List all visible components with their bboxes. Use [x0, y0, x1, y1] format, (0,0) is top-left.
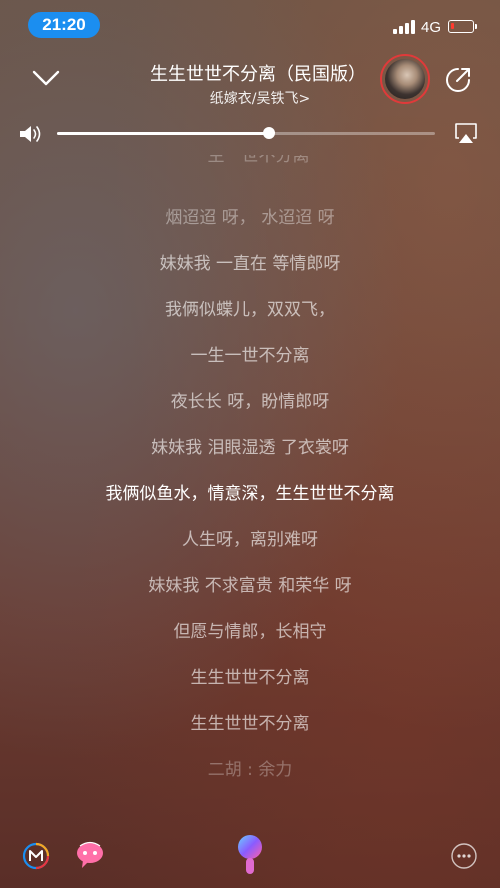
lyric-line[interactable]: 我俩似蝶儿，双双飞，	[0, 295, 500, 320]
lyric-line[interactable]: 但愿与情郎，长相守	[0, 617, 500, 642]
lyric-line[interactable]: 妹妹我 泪眼湿透 了衣裳呀	[0, 433, 500, 458]
song-title[interactable]: 生生世世不分离（民国版）	[150, 60, 370, 86]
signal-icon	[393, 20, 415, 34]
lyric-line[interactable]: 生生世世不分离	[0, 663, 500, 688]
volume-fill	[57, 132, 269, 135]
volume-slider[interactable]	[57, 132, 435, 135]
avatar-image	[385, 59, 425, 99]
network-type: 4G	[421, 19, 442, 36]
lyric-line[interactable]: 烟迢迢 呀， 水迢迢 呀	[0, 203, 500, 228]
airplay-icon[interactable]	[454, 122, 478, 144]
lyric-line[interactable]: 一生一世不分离	[0, 341, 500, 366]
lyric-line[interactable]: 夜长长 呀，盼情郎呀	[0, 387, 500, 412]
chat-bubble-icon[interactable]	[74, 840, 106, 870]
lyric-line[interactable]: 生生世世不分离	[0, 709, 500, 734]
volume-thumb[interactable]	[262, 127, 275, 139]
lyrics-panel[interactable]: 一生一世不分离 烟迢迢 呀， 水迢迢 呀妹妹我 一直在 等情郎呀 我俩似蝶儿，双双飞…	[0, 155, 500, 795]
m-logo-icon[interactable]	[22, 842, 50, 870]
battery-cap	[475, 24, 477, 29]
lyric-line[interactable]: 二胡 : 余力	[0, 755, 500, 780]
microphone-icon[interactable]	[234, 834, 266, 878]
artist-link[interactable]: 纸嫁衣/吴铁飞>	[150, 88, 370, 108]
battery-icon	[448, 20, 474, 33]
lyric-line[interactable]: 一生一世不分离	[0, 155, 500, 166]
status-time[interactable]: 21:20	[28, 12, 100, 38]
more-icon[interactable]	[450, 842, 478, 870]
speaker-icon[interactable]	[18, 124, 42, 144]
lyric-line[interactable]: 人生呀，离别难呀	[0, 525, 500, 550]
share-icon[interactable]	[444, 66, 472, 94]
lyric-line-active[interactable]: 我俩似鱼水，情意深，生生世世不分离	[0, 479, 500, 504]
chevron-down-icon[interactable]	[30, 64, 62, 92]
avatar[interactable]	[380, 54, 430, 104]
battery-level	[451, 23, 454, 29]
lyric-line[interactable]: 妹妹我 不求富贵 和荣华 呀	[0, 571, 500, 596]
status-bar: 21:20 4G	[0, 0, 500, 50]
lyric-line[interactable]: 妹妹我 一直在 等情郎呀	[0, 249, 500, 274]
